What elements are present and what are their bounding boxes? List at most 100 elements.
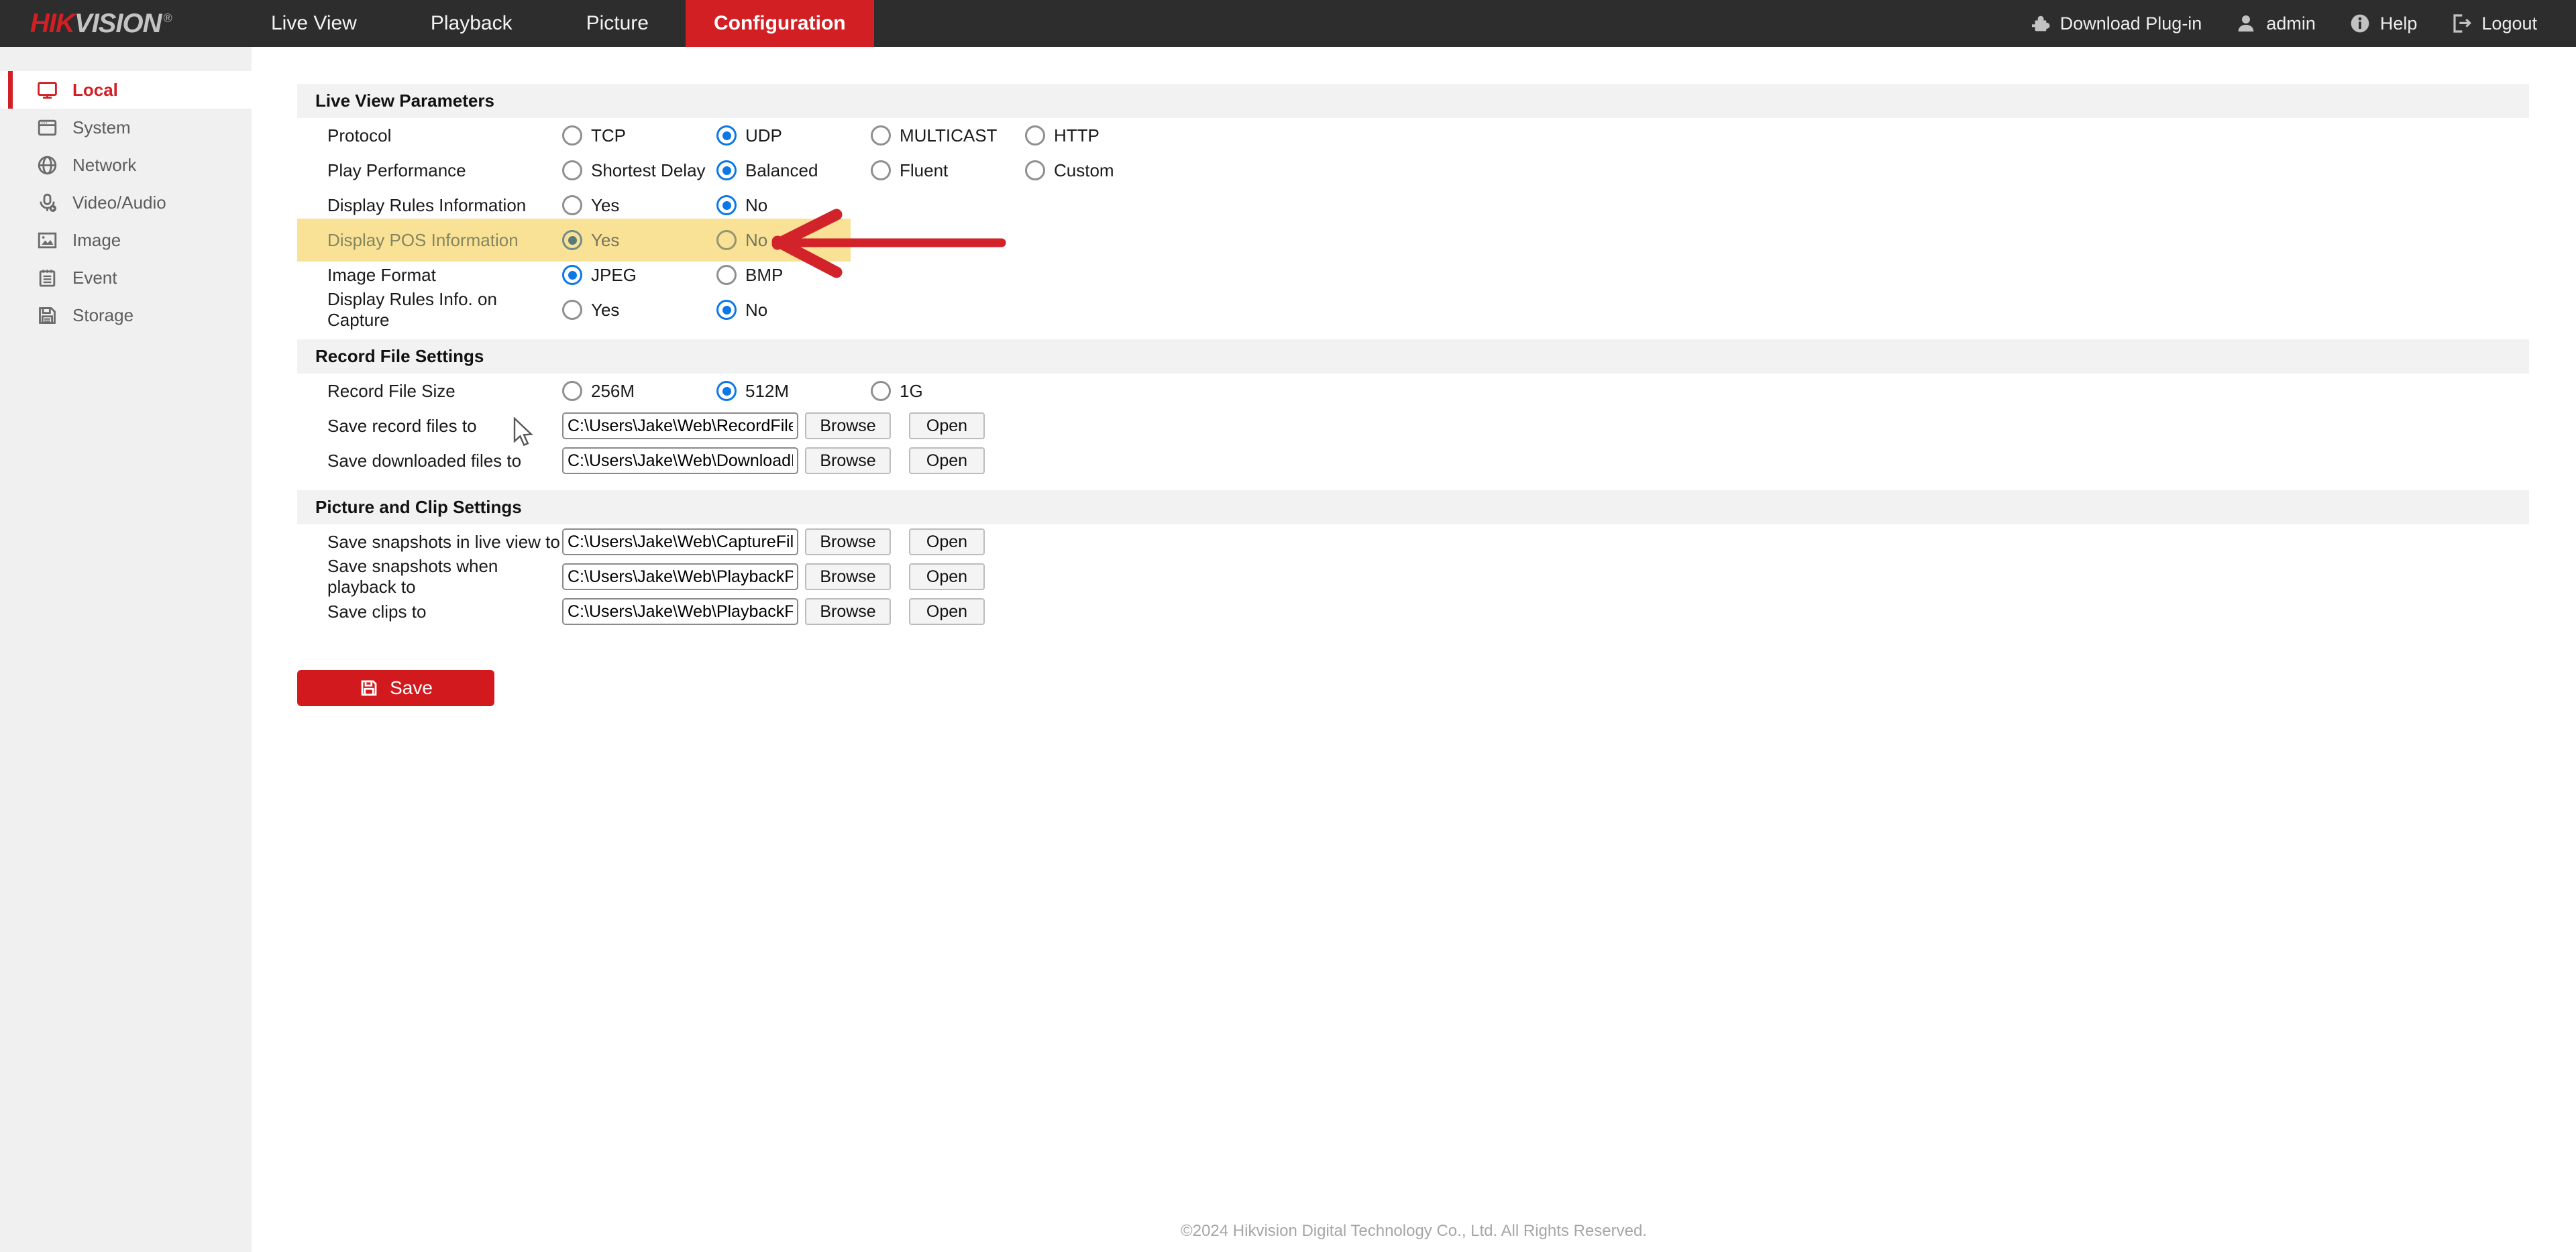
radio-button[interactable] [716, 160, 737, 180]
radio-button[interactable] [716, 300, 737, 320]
radio-button[interactable] [562, 230, 582, 250]
radio-option-bmp[interactable]: BMP [716, 265, 871, 286]
radio-button[interactable] [871, 381, 891, 401]
tab-configuration[interactable]: Configuration [686, 0, 874, 47]
sidebar-item-image[interactable]: Image [0, 221, 252, 259]
radio-option-no[interactable]: No [716, 230, 871, 251]
row-label: Save snapshots when playback to [327, 556, 562, 597]
puzzle-icon [2029, 13, 2051, 34]
open-button[interactable]: Open [909, 563, 985, 590]
info-icon [2349, 13, 2371, 34]
radio-label: HTTP [1054, 125, 1099, 146]
help-label: Help [2380, 13, 2418, 34]
sidebar-item-storage[interactable]: Storage [0, 296, 252, 334]
browse-button[interactable]: Browse [805, 447, 891, 474]
radio-option-custom[interactable]: Custom [1025, 160, 1179, 181]
open-button[interactable]: Open [909, 598, 985, 625]
floppy-icon [37, 305, 58, 326]
download-plugin-button[interactable]: Download Plug-in [2029, 13, 2202, 34]
radio-option-no[interactable]: No [716, 300, 871, 321]
radio-button[interactable] [1025, 125, 1045, 146]
radio-button[interactable] [716, 230, 737, 250]
radio-label: Yes [591, 300, 619, 321]
radio-button[interactable] [871, 160, 891, 180]
radio-option-udp[interactable]: UDP [716, 125, 871, 146]
section-picture-clip-settings: Picture and Clip Settings Save snapshots… [297, 490, 2529, 629]
user-menu[interactable]: admin [2235, 13, 2316, 34]
sidebar-item-local[interactable]: Local [0, 71, 252, 109]
sidebar-item-network[interactable]: Network [0, 146, 252, 184]
sidebar-item-label: Network [72, 155, 136, 176]
radio-option-256m[interactable]: 256M [562, 381, 716, 402]
radio-button[interactable] [562, 160, 582, 180]
radio-option-shortest-delay[interactable]: Shortest Delay [562, 160, 716, 181]
logout-icon [2451, 13, 2472, 34]
save-floppy-icon [359, 678, 379, 698]
logout-button[interactable]: Logout [2451, 13, 2537, 34]
open-button[interactable]: Open [909, 412, 985, 439]
username-label: admin [2266, 13, 2316, 34]
sidebar-item-event[interactable]: Event [0, 259, 252, 296]
snapshot-playback-path-input[interactable] [562, 563, 798, 590]
radio-option-fluent[interactable]: Fluent [871, 160, 1025, 181]
tab-picture[interactable]: Picture [549, 0, 686, 47]
radio-option-http[interactable]: HTTP [1025, 125, 1179, 146]
radio-button[interactable] [562, 125, 582, 146]
radio-option-512m[interactable]: 512M [716, 381, 871, 402]
sidebar-item-label: Storage [72, 305, 133, 326]
radio-label: No [745, 195, 767, 216]
open-button[interactable]: Open [909, 447, 985, 474]
downloaded-files-path-input[interactable] [562, 447, 798, 474]
radio-option-balanced[interactable]: Balanced [716, 160, 871, 181]
save-button-label: Save [390, 677, 433, 699]
sidebar-item-label: Local [72, 80, 118, 101]
main-content: Live View Parameters Protocol TCP UDP MU… [252, 47, 2576, 1252]
record-files-path-input[interactable] [562, 412, 798, 439]
browse-button[interactable]: Browse [805, 412, 891, 439]
save-button[interactable]: Save [297, 670, 494, 706]
radio-button[interactable] [716, 265, 737, 285]
tab-live-view[interactable]: Live View [234, 0, 394, 47]
open-button[interactable]: Open [909, 528, 985, 555]
browse-button[interactable]: Browse [805, 598, 891, 625]
radio-option-tcp[interactable]: TCP [562, 125, 716, 146]
radio-label: Yes [591, 195, 619, 216]
radio-option-yes[interactable]: Yes [562, 230, 716, 251]
user-icon [2235, 13, 2257, 34]
row-record-file-size: Record File Size 256M 512M 1G [297, 374, 2529, 408]
clips-path-input[interactable] [562, 598, 798, 625]
radio-button[interactable] [562, 265, 582, 285]
radio-button[interactable] [716, 195, 737, 215]
radio-button[interactable] [716, 125, 737, 146]
radio-button[interactable] [1025, 160, 1045, 180]
download-plugin-label: Download Plug-in [2060, 13, 2202, 34]
tab-playback[interactable]: Playback [394, 0, 549, 47]
snapshot-live-path-input[interactable] [562, 528, 798, 555]
browse-button[interactable]: Browse [805, 528, 891, 555]
logo-text-primary: HIK [30, 9, 74, 38]
radio-label: Yes [591, 230, 619, 251]
radio-button[interactable] [871, 125, 891, 146]
radio-option-jpeg[interactable]: JPEG [562, 265, 716, 286]
row-save-record-files: Save record files to Browse Open [297, 408, 2529, 443]
radio-option-multicast[interactable]: MULTICAST [871, 125, 1025, 146]
radio-option-no[interactable]: No [716, 195, 871, 216]
radio-option-1g[interactable]: 1G [871, 381, 1025, 402]
radio-label: No [745, 300, 767, 321]
browse-button[interactable]: Browse [805, 563, 891, 590]
sidebar-item-video-audio[interactable]: Video/Audio [0, 184, 252, 221]
radio-button[interactable] [562, 195, 582, 215]
section-record-file-settings: Record File Settings Record File Size 25… [297, 339, 2529, 478]
radio-button[interactable] [562, 300, 582, 320]
help-button[interactable]: Help [2349, 13, 2418, 34]
radio-button[interactable] [562, 381, 582, 401]
sidebar-item-system[interactable]: System [0, 109, 252, 146]
radio-option-yes[interactable]: Yes [562, 195, 716, 216]
radio-label: Balanced [745, 160, 818, 181]
window-icon [37, 117, 58, 138]
radio-option-yes[interactable]: Yes [562, 300, 716, 321]
row-protocol: Protocol TCP UDP MULTICAST HTTP [297, 118, 2529, 153]
row-label: Save clips to [327, 602, 562, 622]
radio-button[interactable] [716, 381, 737, 401]
radio-label: 1G [900, 381, 923, 402]
